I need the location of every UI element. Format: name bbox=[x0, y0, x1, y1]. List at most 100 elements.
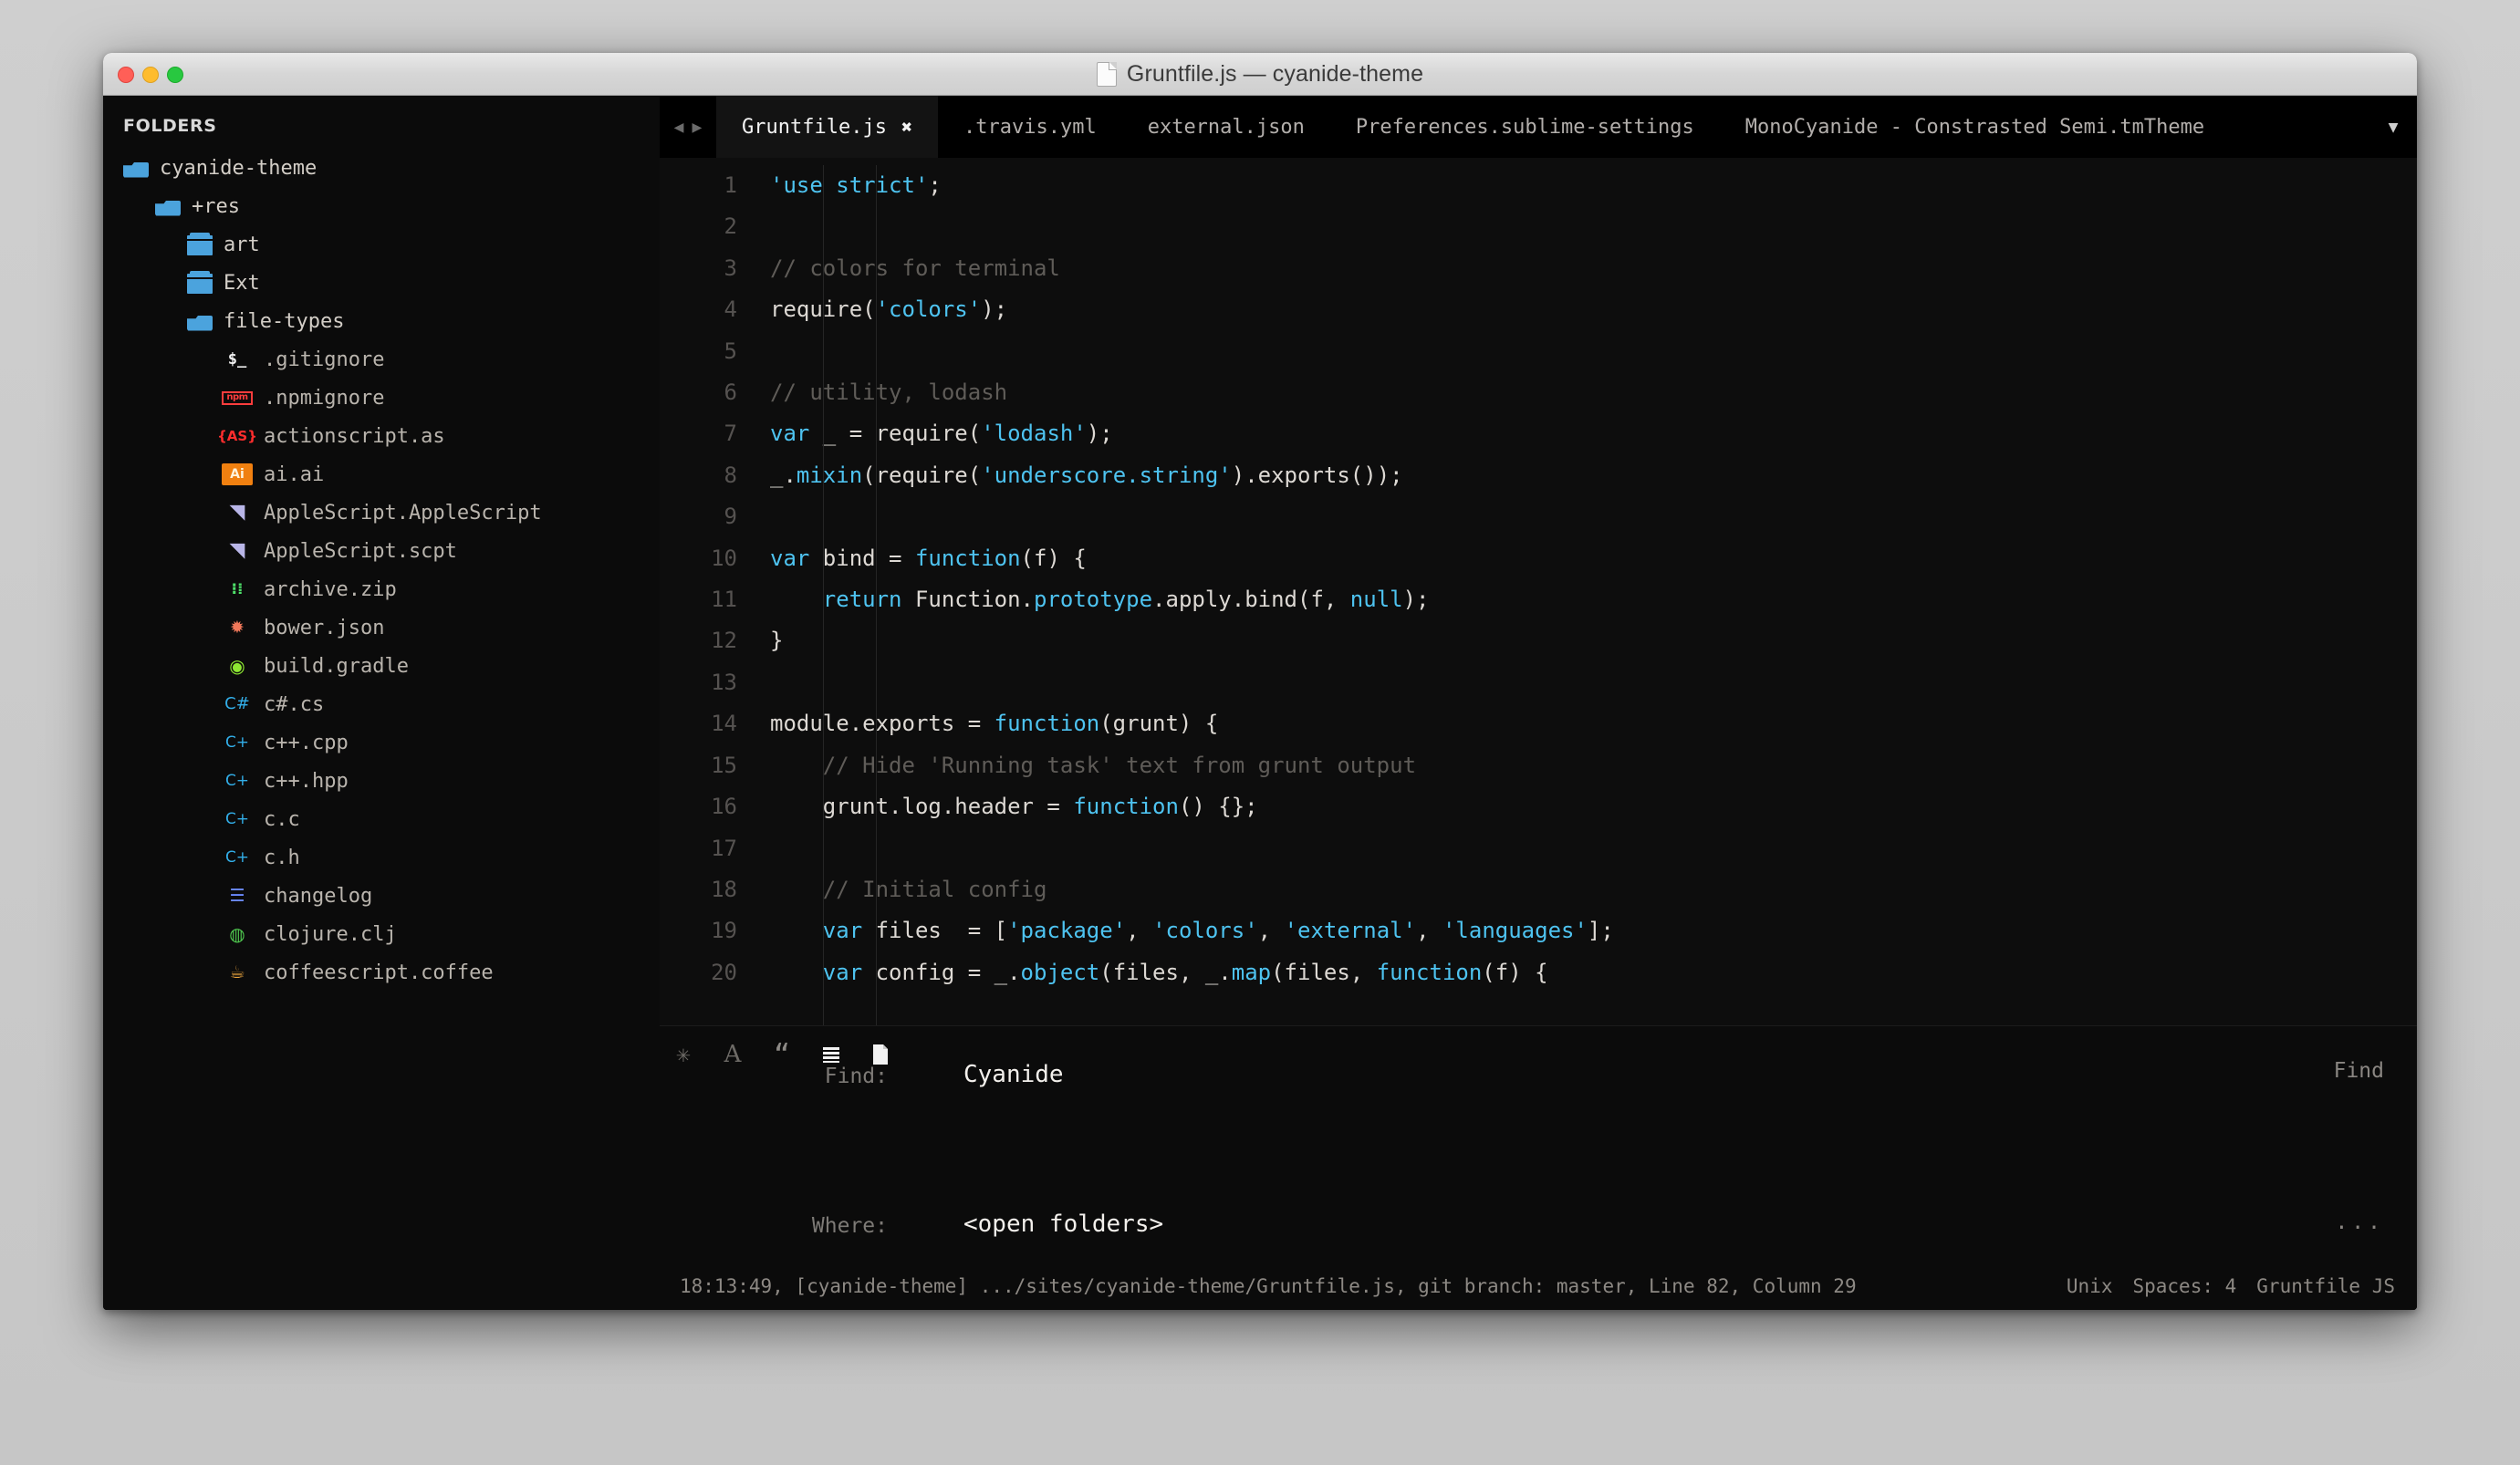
close-icon[interactable]: ✖ bbox=[901, 116, 912, 138]
line-number: 9 bbox=[724, 504, 737, 530]
tree-file-item[interactable]: {AS} actionscript.as bbox=[103, 417, 660, 455]
cpp-icon: C+ bbox=[224, 732, 250, 752]
tab-gruntfile-js[interactable]: Gruntfile.js ✖ bbox=[716, 96, 938, 158]
code-editor[interactable]: 1 2 3 4 5 6 7 8 9 10 11 12 13 14 15 16 17 18 19 20 'use str… bbox=[660, 158, 2417, 1025]
tree-file-item[interactable]: C+ c.h bbox=[103, 838, 660, 877]
tab-bar[interactable]: ◀ ▶ Gruntfile.js ✖ .travis.yml external.jso… bbox=[660, 96, 2417, 158]
window-titlebar: Gruntfile.js — cyanide-theme bbox=[103, 53, 2417, 96]
line-number: 6 bbox=[724, 379, 737, 406]
code-line: 'use strict'; bbox=[770, 172, 942, 198]
status-item[interactable]: Spaces: 4 bbox=[2132, 1275, 2236, 1297]
gradle-icon: ◉ bbox=[229, 655, 245, 677]
code-line: // utility, lodash bbox=[770, 379, 1008, 406]
find-in-files-panel[interactable]: ✳ A “ Find: Cyanide Find Where: <open fo… bbox=[660, 1025, 2417, 1262]
coffee-icon: ☕ bbox=[229, 961, 245, 982]
tree-item-label: c++.hpp bbox=[264, 769, 349, 793]
tree-file-item[interactable]: C+ c.c bbox=[103, 800, 660, 838]
tree-file-item[interactable]: ◍ clojure.clj bbox=[103, 915, 660, 953]
line-number: 3 bbox=[724, 255, 737, 281]
tree-file-item[interactable]: ◥ AppleScript.AppleScript bbox=[103, 494, 660, 532]
tree-folder-item[interactable]: art bbox=[103, 225, 660, 264]
line-number: 18 bbox=[711, 876, 737, 902]
line-number: 20 bbox=[711, 959, 737, 985]
folder-tree[interactable]: cyanide-theme +res art Ext file-types $_ .giti… bbox=[103, 149, 660, 992]
line-number: 11 bbox=[711, 587, 737, 613]
document-icon bbox=[1096, 61, 1117, 87]
cpp-icon: C+ bbox=[224, 847, 250, 867]
where-input[interactable]: <open folders> bbox=[963, 1210, 2216, 1238]
chevron-down-icon[interactable]: ▼ bbox=[2369, 96, 2417, 158]
tree-file-item[interactable]: ☰ changelog bbox=[103, 877, 660, 915]
clojure-icon: ◍ bbox=[229, 923, 245, 945]
tab-preferences-sublime-settings[interactable]: Preferences.sublime-settings bbox=[1330, 96, 1720, 158]
tree-item-label: cyanide-theme bbox=[160, 156, 318, 180]
line-number: 15 bbox=[711, 752, 737, 778]
code-line: // Initial config bbox=[822, 876, 1047, 902]
tree-item-label: c.c bbox=[264, 807, 300, 831]
code-line: _.mixin(require('underscore.string').exp… bbox=[770, 462, 1403, 488]
tree-file-item[interactable]: C# c#.cs bbox=[103, 685, 660, 723]
find-input[interactable]: Cyanide bbox=[963, 1061, 2216, 1088]
tree-item-label: build.gradle bbox=[264, 654, 409, 678]
tab-nav-group[interactable]: ◀ ▶ bbox=[660, 96, 716, 158]
chevron-right-icon[interactable]: ▶ bbox=[692, 118, 703, 137]
tree-folder-item[interactable]: Ext bbox=[103, 264, 660, 302]
status-bar: 18:13:49, [cyanide-theme] .../sites/cyan… bbox=[660, 1262, 2417, 1310]
line-number: 7 bbox=[724, 421, 737, 447]
tree-folder-item[interactable]: file-types bbox=[103, 302, 660, 340]
tree-item-label: bower.json bbox=[264, 616, 385, 639]
tab-monocyanide-constrasted-semi-tmtheme[interactable]: MonoCyanide - Constrasted Semi.tmTheme bbox=[1720, 96, 2230, 158]
window-title-group: Gruntfile.js — cyanide-theme bbox=[103, 53, 2417, 95]
where-more-button[interactable]: ... bbox=[2335, 1210, 2384, 1234]
tree-file-item[interactable]: npm .npmignore bbox=[103, 379, 660, 417]
tab-external-json[interactable]: external.json bbox=[1122, 96, 1330, 158]
tree-file-item[interactable]: ◥ AppleScript.scpt bbox=[103, 532, 660, 570]
cpp-icon: C+ bbox=[224, 809, 250, 828]
find-button[interactable]: Find bbox=[2334, 1059, 2384, 1083]
find-row: Find: Cyanide Find bbox=[660, 1026, 2417, 1101]
folder-icon bbox=[187, 233, 213, 255]
tree-item-label: art bbox=[224, 233, 260, 256]
tree-file-item[interactable]: ☕ coffeescript.coffee bbox=[103, 953, 660, 992]
chevron-left-icon[interactable]: ◀ bbox=[674, 118, 684, 137]
tab-label: Preferences.sublime-settings bbox=[1355, 115, 1694, 139]
tab-list[interactable]: Gruntfile.js ✖ .travis.yml external.json Pre… bbox=[716, 96, 2230, 158]
status-item[interactable]: Unix bbox=[2067, 1275, 2113, 1297]
zip-icon: ⁝⁞ bbox=[231, 579, 244, 598]
tree-folder-item[interactable]: cyanide-theme bbox=[103, 149, 660, 187]
illustrator-icon: Ai bbox=[222, 463, 253, 485]
bower-icon: ✹ bbox=[230, 617, 245, 638]
tree-file-item[interactable]: ✹ bower.json bbox=[103, 608, 660, 647]
cpp-icon: C+ bbox=[224, 771, 250, 790]
code-line: // Hide 'Running task' text from grunt o… bbox=[822, 752, 1417, 778]
tree-file-item[interactable]: C+ c++.hpp bbox=[103, 762, 660, 800]
sidebar[interactable]: FOLDERS cyanide-theme +res art Ext file-type… bbox=[103, 96, 660, 1310]
tree-item-label: file-types bbox=[224, 309, 345, 333]
line-number: 16 bbox=[711, 794, 737, 820]
tab-label: external.json bbox=[1147, 115, 1305, 139]
tree-file-item[interactable]: $_ .gitignore bbox=[103, 340, 660, 379]
tree-file-item[interactable]: C+ c++.cpp bbox=[103, 723, 660, 762]
tree-folder-item[interactable]: +res bbox=[103, 187, 660, 225]
line-number: 10 bbox=[711, 545, 737, 571]
tree-file-item[interactable]: ◉ build.gradle bbox=[103, 647, 660, 685]
code-content[interactable]: 'use strict'; // colors for terminal requ… bbox=[755, 165, 2417, 1025]
indent-guide bbox=[875, 165, 877, 1025]
tree-file-item[interactable]: Ai ai.ai bbox=[103, 455, 660, 494]
csharp-icon: C# bbox=[224, 694, 250, 713]
tree-item-label: actionscript.as bbox=[264, 424, 445, 448]
status-item[interactable]: Gruntfile JS bbox=[2256, 1275, 2395, 1297]
tree-item-label: Ext bbox=[224, 271, 260, 295]
line-number: 1 bbox=[724, 172, 737, 198]
tab-label: MonoCyanide - Constrasted Semi.tmTheme bbox=[1744, 115, 2205, 139]
tab-travis-yml[interactable]: .travis.yml bbox=[938, 96, 1122, 158]
tree-file-item[interactable]: ⁝⁞ archive.zip bbox=[103, 570, 660, 608]
status-right[interactable]: Unix Spaces: 4 Gruntfile JS bbox=[2067, 1275, 2395, 1297]
line-number: 12 bbox=[711, 628, 737, 654]
indent-guide bbox=[822, 165, 824, 1025]
tab-label: Gruntfile.js bbox=[742, 115, 887, 139]
folder-open-icon bbox=[155, 200, 181, 216]
